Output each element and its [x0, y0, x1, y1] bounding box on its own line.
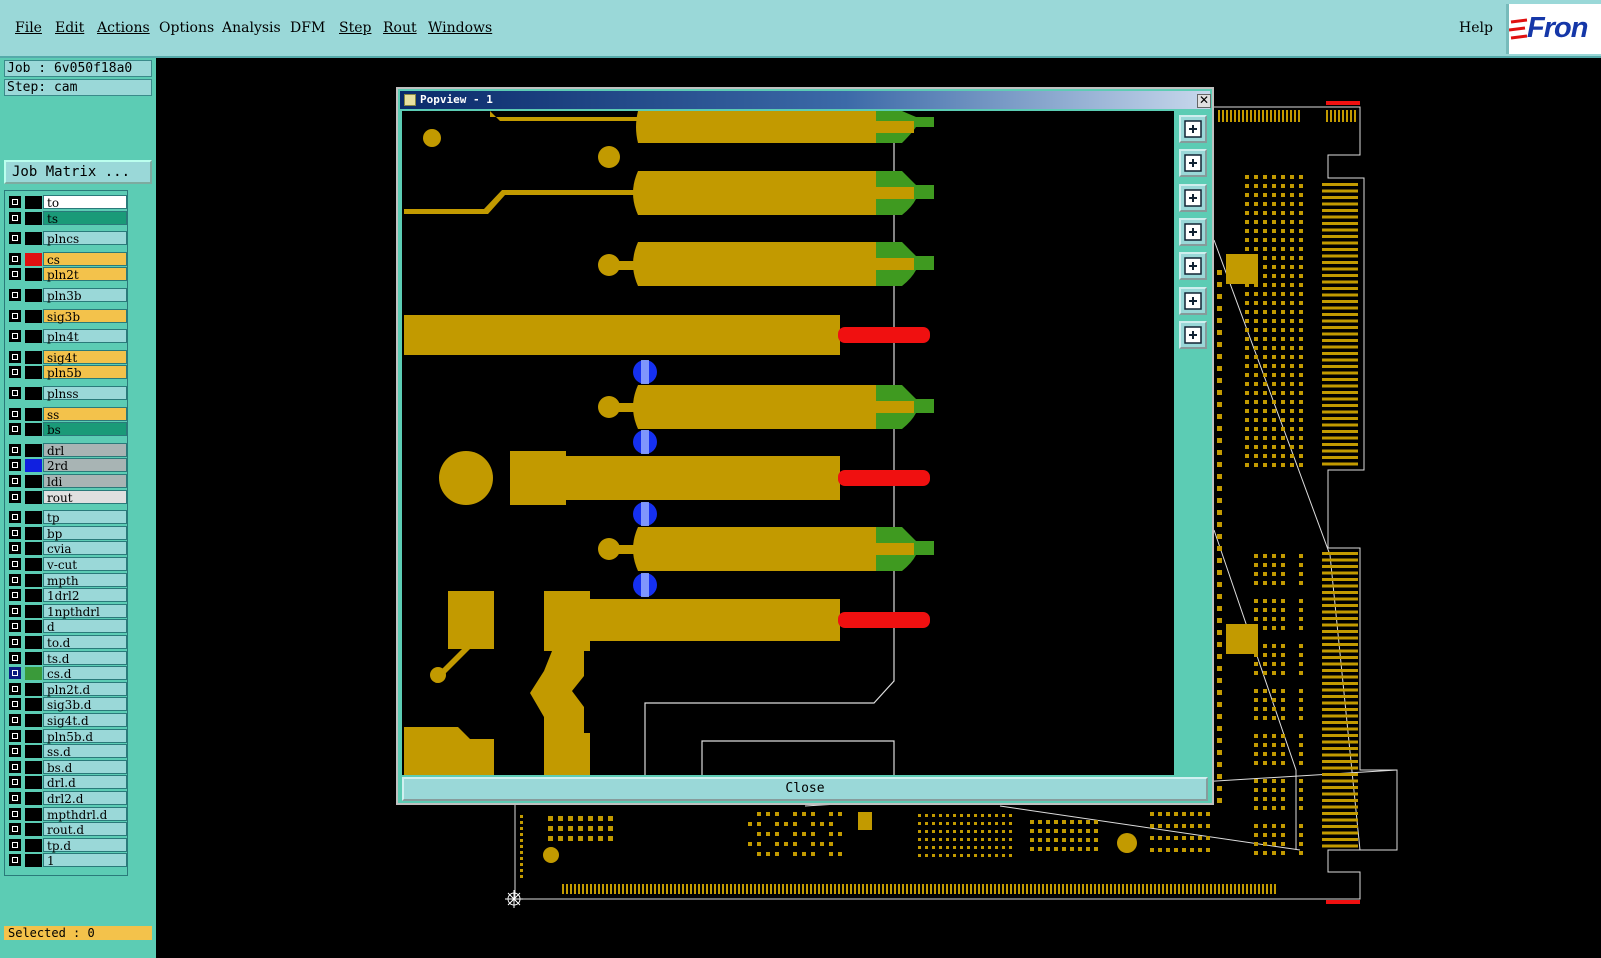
popview-canvas[interactable]	[402, 111, 1174, 775]
zoom-in-icon[interactable]	[1179, 149, 1207, 178]
popview-graphics	[404, 111, 934, 775]
red-pads	[838, 327, 930, 628]
pan-left-icon[interactable]	[1179, 217, 1207, 246]
fit-icon[interactable]	[1179, 286, 1207, 315]
origin-marker-icon	[505, 890, 523, 908]
popview-title-bar[interactable]: Popview - 1 ✕	[400, 91, 1211, 109]
popview-toolbar	[1176, 111, 1210, 775]
center-icon[interactable]	[1179, 320, 1207, 349]
board-edge-markers	[1326, 101, 1360, 904]
popview-title: Popview - 1	[420, 93, 493, 106]
close-button[interactable]: Close	[402, 777, 1208, 801]
zoom-home-icon[interactable]	[1179, 115, 1207, 143]
window-icon	[404, 94, 416, 106]
zoom-out-icon[interactable]	[1179, 183, 1207, 212]
popview-window[interactable]: Popview - 1 ✕ Close	[396, 87, 1214, 805]
close-icon[interactable]: ✕	[1197, 94, 1211, 108]
pan-right-icon[interactable]	[1179, 252, 1207, 281]
